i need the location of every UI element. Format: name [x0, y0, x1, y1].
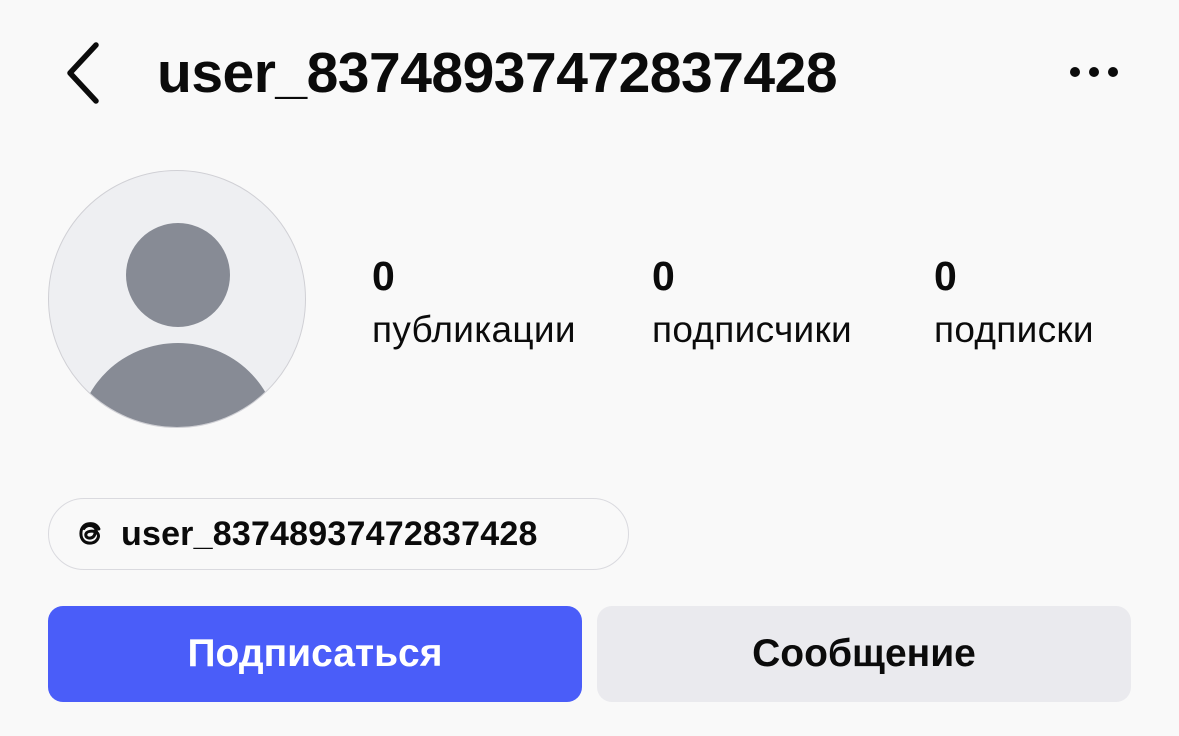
more-options-button[interactable]	[1064, 46, 1124, 98]
posts-count: 0	[372, 253, 395, 299]
threads-username: user_83748937472837428	[121, 514, 538, 553]
default-user-avatar-icon	[78, 223, 278, 427]
threads-icon	[73, 517, 107, 551]
follow-button[interactable]: Подписаться	[48, 606, 582, 702]
following-count: 0	[934, 253, 957, 299]
chevron-left-icon	[67, 42, 99, 104]
followers-count: 0	[652, 253, 675, 299]
back-button[interactable]	[56, 36, 112, 110]
profile-header: user_83748937472837428	[0, 0, 1179, 146]
avatar[interactable]	[48, 170, 306, 428]
message-button[interactable]: Сообщение	[597, 606, 1131, 702]
posts-label: публикации	[372, 309, 576, 350]
following-label: подписки	[934, 309, 1094, 350]
followers-label: подписчики	[652, 309, 852, 350]
threads-profile-link[interactable]: user_83748937472837428	[48, 498, 629, 570]
followers-stat[interactable]: 0 подписчики	[652, 248, 852, 356]
more-horizontal-icon	[1070, 67, 1118, 77]
page-title: user_83748937472837428	[157, 41, 838, 105]
following-stat[interactable]: 0 подписки	[934, 248, 1094, 356]
posts-stat[interactable]: 0 публикации	[372, 248, 576, 356]
